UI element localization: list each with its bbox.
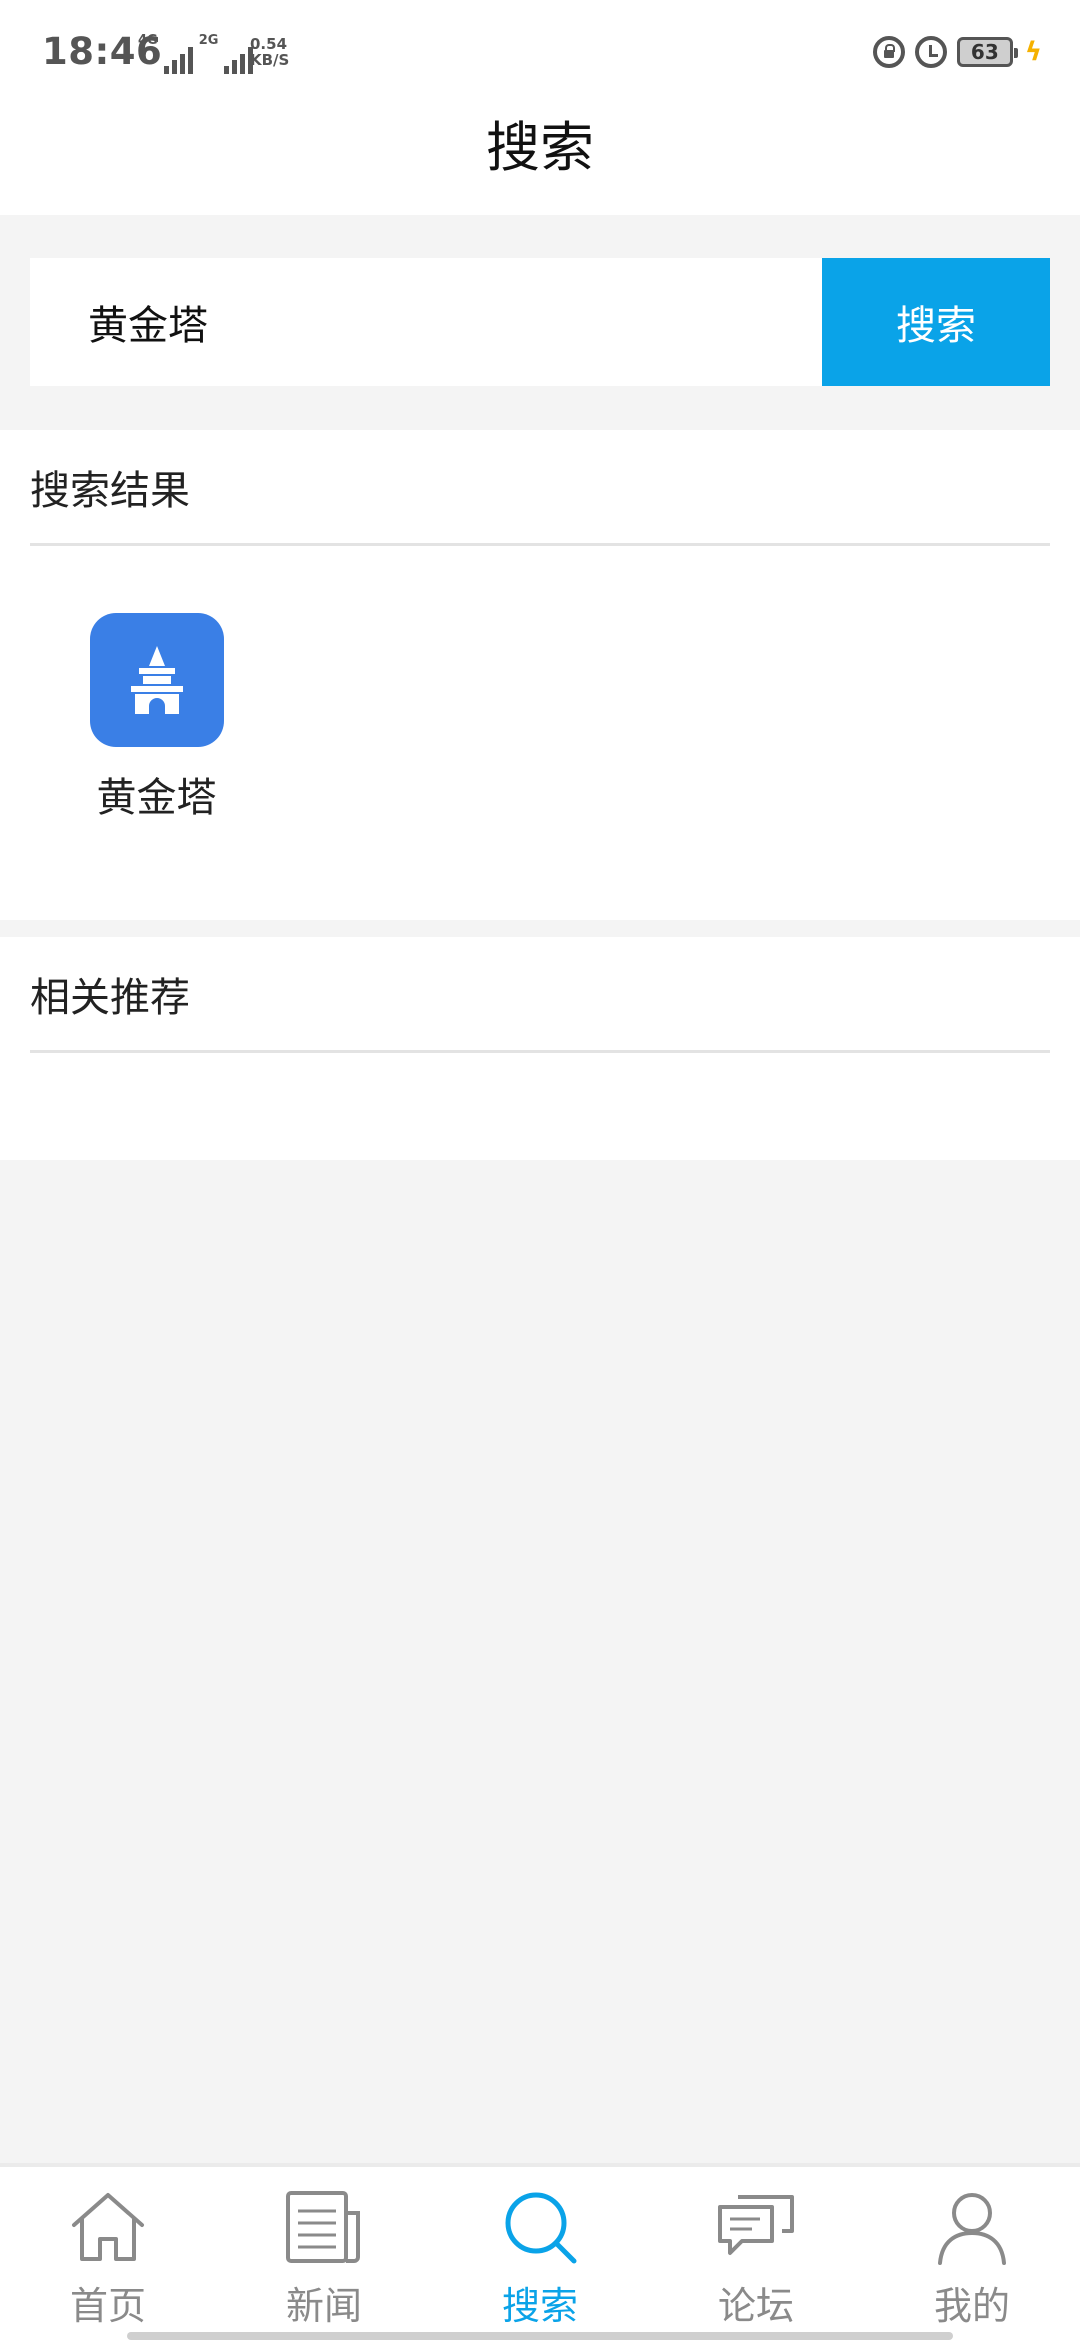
network-type-2: 2G [198, 33, 219, 48]
alarm-icon [914, 36, 947, 68]
network-type-1: 4G [138, 33, 158, 48]
nav-news-label: 新闻 [285, 2284, 362, 2328]
search-area: 搜索 [0, 215, 1080, 430]
nav-profile-label: 我的 [933, 2284, 1010, 2328]
signal-indicators: 4G 2G [138, 33, 254, 74]
network-speed-value: 0.54 [250, 35, 288, 53]
profile-icon [938, 2193, 1006, 2265]
title-bar: 搜索 [0, 110, 1080, 215]
nav-forum-label: 论坛 [717, 2284, 794, 2328]
page-title: 搜索 [486, 116, 594, 179]
search-input[interactable] [30, 258, 823, 386]
battery-icon: 63 [956, 37, 1018, 67]
related-section: 相关推荐 [0, 937, 1080, 1160]
search-results-section: 搜索结果 黄金塔 [0, 430, 1080, 920]
result-item[interactable]: 黄金塔 [60, 613, 253, 823]
signal-icon [163, 44, 193, 74]
nav-home[interactable]: 首页 [0, 2167, 216, 2340]
charging-icon: ϟ [1024, 37, 1042, 67]
search-button[interactable]: 搜索 [822, 258, 1050, 386]
home-icon [72, 2193, 144, 2261]
divider [30, 1050, 1050, 1053]
bottom-nav: 首页 新闻 搜索 论坛 我的 [0, 2163, 1080, 2340]
nav-profile[interactable]: 我的 [864, 2167, 1080, 2340]
network-speed-unit: KB/S [250, 51, 290, 69]
status-bar: 18:46 4G 2G 0.54 KB/S 63 ϟ [0, 0, 1080, 110]
nav-forum[interactable]: 论坛 [648, 2167, 864, 2340]
search-icon [505, 2192, 577, 2264]
divider [30, 543, 1050, 546]
nav-home-label: 首页 [69, 2284, 146, 2328]
nav-search-label: 搜索 [501, 2284, 578, 2328]
news-icon [286, 2191, 360, 2263]
pagoda-icon [89, 613, 224, 747]
related-title: 相关推荐 [30, 975, 190, 1021]
home-indicator[interactable] [127, 2332, 953, 2340]
nav-news[interactable]: 新闻 [216, 2167, 432, 2340]
network-speed: 0.54 KB/S [250, 36, 289, 68]
forum-icon [718, 2195, 794, 2255]
rotation-lock-icon [872, 36, 905, 68]
nav-search[interactable]: 搜索 [432, 2167, 648, 2340]
status-icons: 63 ϟ [872, 36, 1042, 68]
result-item-label: 黄金塔 [96, 775, 217, 821]
battery-level: 63 [970, 40, 999, 64]
results-title: 搜索结果 [30, 468, 190, 514]
